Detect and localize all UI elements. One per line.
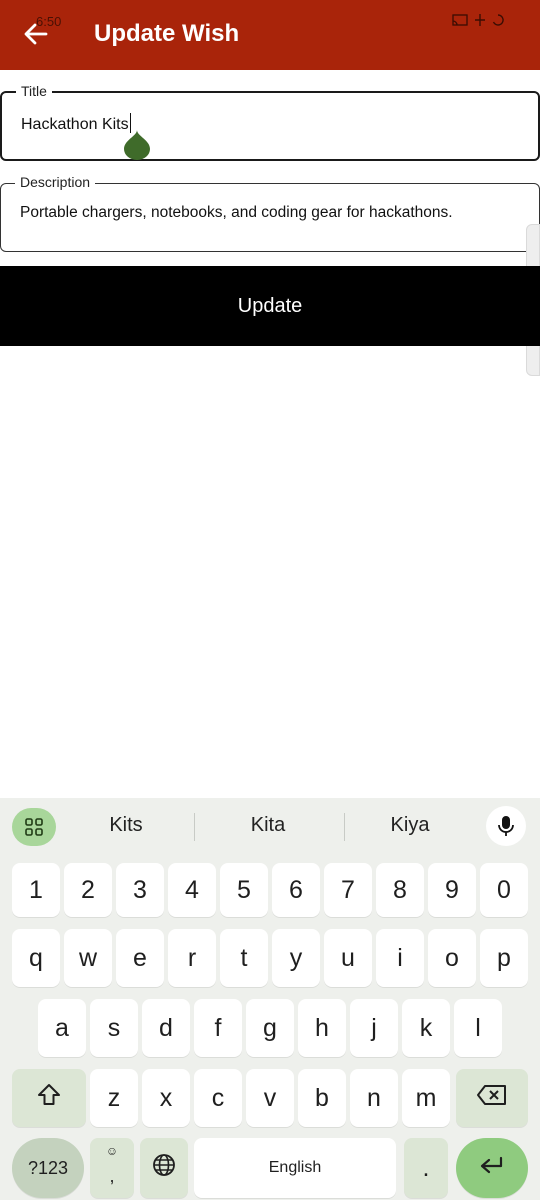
key-5[interactable]: 5	[220, 863, 268, 917]
loading-icon	[492, 13, 504, 31]
description-input[interactable]: Portable chargers, notebooks, and coding…	[20, 204, 453, 222]
cast-icon	[452, 13, 468, 31]
globe-icon	[152, 1153, 176, 1184]
key-g[interactable]: g	[246, 999, 294, 1057]
microphone-icon[interactable]	[486, 806, 526, 846]
key-8[interactable]: 8	[376, 863, 424, 917]
suggestion-1[interactable]: Kits	[66, 814, 186, 837]
key-4[interactable]: 4	[168, 863, 216, 917]
key-j[interactable]: j	[350, 999, 398, 1057]
space-bar[interactable]: English	[194, 1138, 396, 1198]
keyboard-apps-icon[interactable]	[12, 808, 56, 846]
status-icons	[452, 13, 504, 31]
shift-icon	[36, 1082, 62, 1115]
key-f[interactable]: f	[194, 999, 242, 1057]
text-selection-handle[interactable]	[123, 130, 151, 160]
key-2[interactable]: 2	[64, 863, 112, 917]
title-field-label: Title	[16, 83, 52, 99]
key-m[interactable]: m	[402, 1069, 450, 1127]
key-s[interactable]: s	[90, 999, 138, 1057]
suggestion-3[interactable]: Kiya	[350, 814, 470, 837]
backspace-icon	[476, 1084, 508, 1113]
key-u[interactable]: u	[324, 929, 372, 987]
key-7[interactable]: 7	[324, 863, 372, 917]
app-bar: 6:50 Update Wish	[0, 0, 540, 70]
key-c[interactable]: c	[194, 1069, 242, 1127]
suggestion-2[interactable]: Kita	[208, 814, 328, 837]
title-input[interactable]: Hackathon Kits	[21, 113, 132, 134]
key-i[interactable]: i	[376, 929, 424, 987]
suggestion-divider	[344, 813, 345, 841]
period-key[interactable]: .	[404, 1138, 448, 1198]
key-3[interactable]: 3	[116, 863, 164, 917]
symbols-key[interactable]: ?123	[12, 1138, 84, 1198]
key-l[interactable]: l	[454, 999, 502, 1057]
shift-key[interactable]	[12, 1069, 86, 1127]
emoji-icon: ☺	[105, 1144, 119, 1158]
key-w[interactable]: w	[64, 929, 112, 987]
key-k[interactable]: k	[402, 999, 450, 1057]
key-t[interactable]: t	[220, 929, 268, 987]
key-v[interactable]: v	[246, 1069, 294, 1127]
keyboard: Kits Kita Kiya 1 2 3 4 5 6 7 8 9 0 q w e…	[0, 798, 540, 1200]
description-field-label: Description	[15, 174, 96, 190]
back-arrow-icon[interactable]	[22, 20, 50, 48]
comma-label: ,	[109, 1165, 115, 1186]
key-d[interactable]: d	[142, 999, 190, 1057]
language-key[interactable]	[140, 1138, 188, 1198]
key-h[interactable]: h	[298, 999, 346, 1057]
key-y[interactable]: y	[272, 929, 320, 987]
title-input-value: Hackathon Kits	[21, 116, 129, 133]
airplane-icon	[474, 13, 486, 31]
key-1[interactable]: 1	[12, 863, 60, 917]
key-e[interactable]: e	[116, 929, 164, 987]
key-0[interactable]: 0	[480, 863, 528, 917]
enter-key[interactable]	[456, 1138, 528, 1198]
title-field[interactable]: Title Hackathon Kits	[0, 83, 540, 161]
update-button[interactable]: Update	[0, 266, 540, 346]
suggestion-divider	[194, 813, 195, 841]
emoji-comma-key[interactable]: ☺ ,	[90, 1138, 134, 1198]
key-9[interactable]: 9	[428, 863, 476, 917]
key-n[interactable]: n	[350, 1069, 398, 1127]
key-r[interactable]: r	[168, 929, 216, 987]
key-o[interactable]: o	[428, 929, 476, 987]
key-p[interactable]: p	[480, 929, 528, 987]
key-q[interactable]: q	[12, 929, 60, 987]
backspace-key[interactable]	[456, 1069, 528, 1127]
suggestion-strip: Kits Kita Kiya	[0, 798, 540, 858]
key-6[interactable]: 6	[272, 863, 320, 917]
key-b[interactable]: b	[298, 1069, 346, 1127]
key-z[interactable]: z	[90, 1069, 138, 1127]
enter-icon	[479, 1154, 505, 1183]
description-field[interactable]: Description Portable chargers, notebooks…	[0, 174, 540, 252]
page-title: Update Wish	[94, 20, 240, 47]
key-x[interactable]: x	[142, 1069, 190, 1127]
key-a[interactable]: a	[38, 999, 86, 1057]
